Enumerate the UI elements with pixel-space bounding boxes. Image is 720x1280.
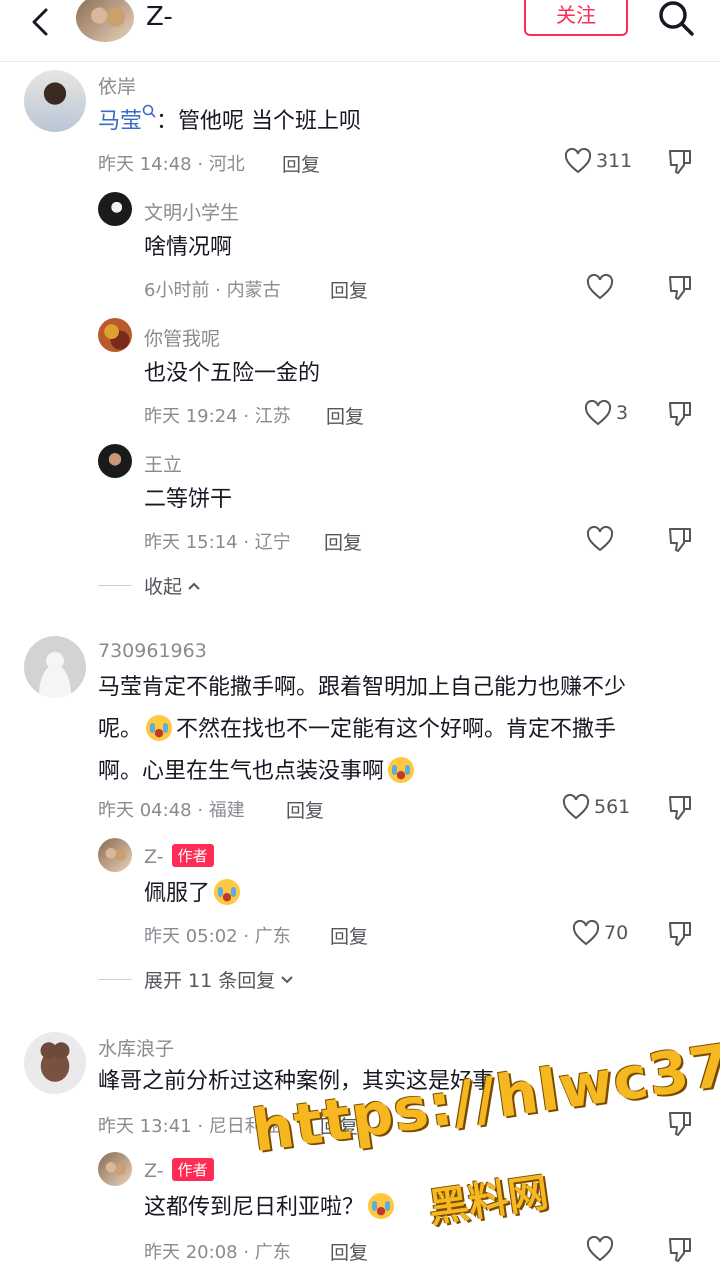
laugh-cry-emoji-icon — [146, 715, 173, 741]
comment-text-segment: 不然在找也不一定能有这个好啊。肯定不撒手 — [176, 717, 617, 742]
dislike-icon[interactable] — [666, 274, 694, 302]
dislike-icon[interactable] — [666, 1236, 694, 1264]
heart-icon — [586, 526, 614, 552]
dislike-icon[interactable] — [666, 400, 694, 428]
reply-meta: 昨天 19:24 · 江苏 — [144, 406, 291, 427]
top-bar: Z- 关注 — [0, 0, 720, 62]
expand-replies-button[interactable]: 展开 11 条回复 — [98, 966, 295, 993]
header-avatar[interactable] — [76, 0, 134, 42]
reply-username[interactable]: Z- 作者 — [144, 1158, 214, 1182]
comment-text-line: 啊。心里在生气也点装没事啊 — [98, 752, 418, 792]
reply-button[interactable]: 回复 — [286, 796, 324, 823]
follow-button[interactable]: 关注 — [524, 0, 628, 36]
divider — [98, 979, 132, 980]
heart-icon — [572, 920, 600, 946]
like-button[interactable]: 3 — [584, 398, 628, 428]
author-badge: 作者 — [171, 1158, 214, 1181]
reply-button[interactable]: 回复 — [330, 1238, 368, 1265]
reply-username-text: Z- — [144, 846, 164, 868]
reply-meta: 昨天 15:14 · 辽宁 — [144, 532, 291, 553]
comment-username[interactable]: 730961963 — [98, 640, 207, 662]
like-count: 70 — [604, 922, 629, 944]
watermark-text: 黑料网 — [425, 1169, 552, 1233]
reply-text-body: 这都传到尼日利亚啦？ — [144, 1195, 365, 1220]
reply-meta: 6小时前 · 内蒙古 — [144, 280, 281, 301]
reply-text: 这都传到尼日利亚啦？ — [144, 1188, 398, 1228]
avatar[interactable] — [98, 1152, 132, 1186]
reply-username[interactable]: Z- 作者 — [144, 844, 214, 868]
dislike-icon[interactable] — [666, 1110, 694, 1138]
dislike-icon[interactable] — [666, 920, 694, 948]
comment-text-body: ：管他呢 当个班上呗 — [156, 109, 362, 134]
comment-text-line: 呢。 不然在找也不一定能有这个好啊。肯定不撒手 — [98, 710, 616, 750]
avatar[interactable] — [98, 192, 132, 226]
comment-text: 马莹 ：管他呢 当个班上呗 — [98, 102, 361, 142]
like-count: 561 — [594, 796, 631, 818]
reply-button[interactable]: 回复 — [326, 402, 364, 429]
avatar[interactable] — [24, 1032, 86, 1094]
reply-meta: 昨天 20:08 · 广东 — [144, 1242, 291, 1263]
laugh-cry-emoji-icon — [214, 879, 241, 905]
reply-text: 佩服了 — [144, 874, 244, 914]
comment-text-segment: 呢。 — [98, 717, 143, 742]
reply-text: 啥情况啊 — [144, 235, 233, 260]
chevron-up-icon — [188, 582, 200, 590]
divider — [98, 585, 132, 586]
dislike-icon[interactable] — [666, 526, 694, 554]
heart-icon — [586, 1236, 614, 1262]
comment-meta: 昨天 14:48 · 河北 — [98, 154, 245, 175]
like-count: 3 — [616, 402, 629, 424]
reply-text: 二等饼干 — [144, 487, 233, 512]
comment-text-segment: 啊。心里在生气也点装没事啊 — [98, 759, 385, 784]
avatar[interactable] — [24, 70, 86, 132]
back-icon[interactable] — [22, 4, 58, 40]
laugh-cry-emoji-icon — [388, 757, 415, 783]
collapse-label: 收起 — [144, 576, 183, 598]
comment-meta: 昨天 04:48 · 福建 — [98, 800, 245, 821]
avatar[interactable] — [98, 838, 132, 872]
avatar[interactable] — [24, 636, 86, 698]
dislike-icon[interactable] — [666, 794, 694, 822]
watermark-url: https://hlwc37.com — [248, 1008, 720, 1166]
reply-button[interactable]: 回复 — [324, 528, 362, 555]
heart-icon — [562, 794, 590, 820]
reply-username[interactable]: 文明小学生 — [144, 198, 239, 225]
comment-username[interactable]: 依岸 — [98, 72, 136, 99]
mention-link[interactable]: 马莹 — [98, 109, 142, 134]
reply-username[interactable]: 王立 — [144, 450, 182, 477]
avatar[interactable] — [98, 444, 132, 478]
avatar[interactable] — [98, 318, 132, 352]
expand-label: 展开 11 条回复 — [144, 970, 276, 992]
collapse-replies-button[interactable]: 收起 — [98, 572, 202, 599]
chevron-down-icon — [281, 975, 293, 983]
dislike-icon[interactable] — [666, 148, 694, 176]
reply-username-text: Z- — [144, 1160, 164, 1182]
like-button[interactable] — [586, 1234, 614, 1264]
reply-text-body: 佩服了 — [144, 881, 211, 906]
author-badge: 作者 — [171, 844, 214, 867]
reply-button[interactable]: 回复 — [330, 922, 368, 949]
like-count: 311 — [596, 150, 633, 172]
like-button[interactable]: 561 — [562, 792, 630, 822]
heart-icon — [586, 274, 614, 300]
comment-username[interactable]: 水库浪子 — [98, 1034, 174, 1061]
header-username: Z- — [146, 2, 173, 32]
reply-button[interactable]: 回复 — [282, 150, 320, 177]
comment-text-line: 马莹肯定不能撒手啊。跟着智明加上自己能力也赚不少 — [98, 675, 627, 700]
reply-text: 也没个五险一金的 — [144, 361, 321, 386]
reply-button[interactable]: 回复 — [330, 276, 368, 303]
like-button[interactable]: 311 — [564, 146, 632, 176]
reply-username[interactable]: 你管我呢 — [144, 324, 220, 351]
heart-icon — [584, 400, 612, 426]
reply-meta: 昨天 05:02 · 广东 — [144, 926, 291, 947]
like-button[interactable] — [586, 272, 614, 302]
search-icon[interactable] — [656, 0, 696, 40]
like-button[interactable]: 70 — [572, 918, 628, 948]
heart-icon — [564, 148, 592, 174]
search-icon — [142, 104, 156, 118]
like-button[interactable] — [586, 524, 614, 554]
laugh-cry-emoji-icon — [368, 1193, 395, 1219]
